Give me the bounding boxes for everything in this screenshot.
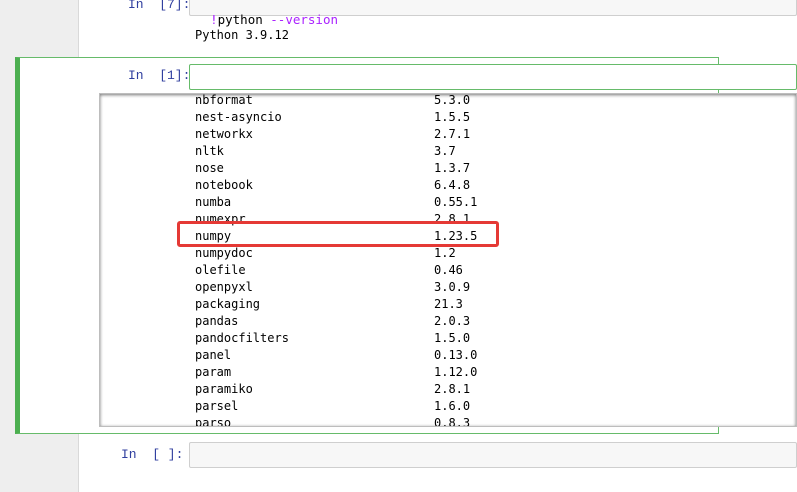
package-name: numexpr (195, 212, 246, 226)
package-name: nose (195, 161, 224, 175)
package-name: parso (195, 416, 232, 427)
package-row: notebook 6.4.8 (100, 177, 796, 194)
command-token: python (217, 12, 271, 27)
input-prompt-1: In [1]: (128, 68, 191, 83)
input-prompt-7: In [7]: (128, 0, 191, 12)
package-name: pandocfilters (195, 331, 289, 345)
package-row: nbformat 5.3.0 (100, 93, 796, 109)
package-version: 1.5.0 (434, 331, 471, 345)
code-input-version[interactable]: !python --version (189, 0, 797, 27)
package-name: nest-asyncio (195, 110, 282, 124)
package-version: 0.55.1 (434, 195, 478, 209)
package-version: 1.2 (434, 246, 456, 260)
package-name: numba (195, 195, 232, 209)
package-version: 0.8.3 (434, 416, 471, 427)
package-row: panel 0.13.0 (100, 347, 796, 364)
package-version: 1.5.5 (434, 110, 471, 124)
package-row: packaging 21.3 (100, 296, 796, 313)
package-name: numpy (195, 229, 232, 243)
package-row: pandas 2.0.3 (100, 313, 796, 330)
package-row: nose 1.3.7 (100, 160, 796, 177)
package-row: numexpr 2.8.1 (100, 211, 796, 228)
package-row: paramiko 2.8.1 (100, 381, 796, 398)
package-row: nest-asyncio 1.5.5 (100, 109, 796, 126)
package-version: 3.0.9 (434, 280, 471, 294)
flag-token: --version (270, 12, 339, 27)
package-name: parsel (195, 399, 239, 413)
package-version: 1.3.7 (434, 161, 471, 175)
package-name: packaging (195, 297, 261, 311)
package-row: nltk 3.7 (100, 143, 796, 160)
package-row: networkx 2.7.1 (100, 126, 796, 143)
package-row: numpy 1.23.5 (100, 228, 796, 245)
package-name: networkx (195, 127, 253, 141)
input-prompt-empty: In [ ]: (121, 447, 184, 462)
code-input-pip-list[interactable]: pip list (189, 64, 797, 108)
package-version: 2.7.1 (434, 127, 471, 141)
package-name: panel (195, 348, 232, 362)
empty-code-input[interactable] (189, 442, 797, 468)
package-row: parso 0.8.3 (100, 415, 796, 427)
package-version: 0.46 (434, 263, 463, 277)
package-row: parsel 1.6.0 (100, 398, 796, 415)
package-name: nbformat (195, 93, 253, 107)
bang-token: ! (210, 12, 218, 27)
version-output: Python 3.9.12 (195, 28, 289, 42)
package-row: numba 0.55.1 (100, 194, 796, 211)
package-name: paramiko (195, 382, 253, 396)
package-version: 0.13.0 (434, 348, 478, 362)
package-row: pandocfilters 1.5.0 (100, 330, 796, 347)
package-name: notebook (195, 178, 253, 192)
package-version: 1.23.5 (434, 229, 478, 243)
package-version: 5.3.0 (434, 93, 471, 107)
package-name: nltk (195, 144, 224, 158)
package-version: 2.0.3 (434, 314, 471, 328)
package-name: param (195, 365, 232, 379)
package-version: 6.4.8 (434, 178, 471, 192)
package-version: 3.7 (434, 144, 456, 158)
package-name: openpyxl (195, 280, 253, 294)
package-row: olefile 0.46 (100, 262, 796, 279)
package-version: 2.8.1 (434, 212, 471, 226)
package-version: 2.8.1 (434, 382, 471, 396)
package-version: 1.6.0 (434, 399, 471, 413)
package-version: 1.12.0 (434, 365, 478, 379)
package-row: numpydoc 1.2 (100, 245, 796, 262)
package-row: param 1.12.0 (100, 364, 796, 381)
package-version: 21.3 (434, 297, 463, 311)
package-row: openpyxl 3.0.9 (100, 279, 796, 296)
package-name: olefile (195, 263, 246, 277)
pip-list-output[interactable]: nbformat 5.3.0 nest-asyncio 1.5.5 networkx 2.… (99, 93, 797, 427)
package-name: numpydoc (195, 246, 253, 260)
package-name: pandas (195, 314, 239, 328)
